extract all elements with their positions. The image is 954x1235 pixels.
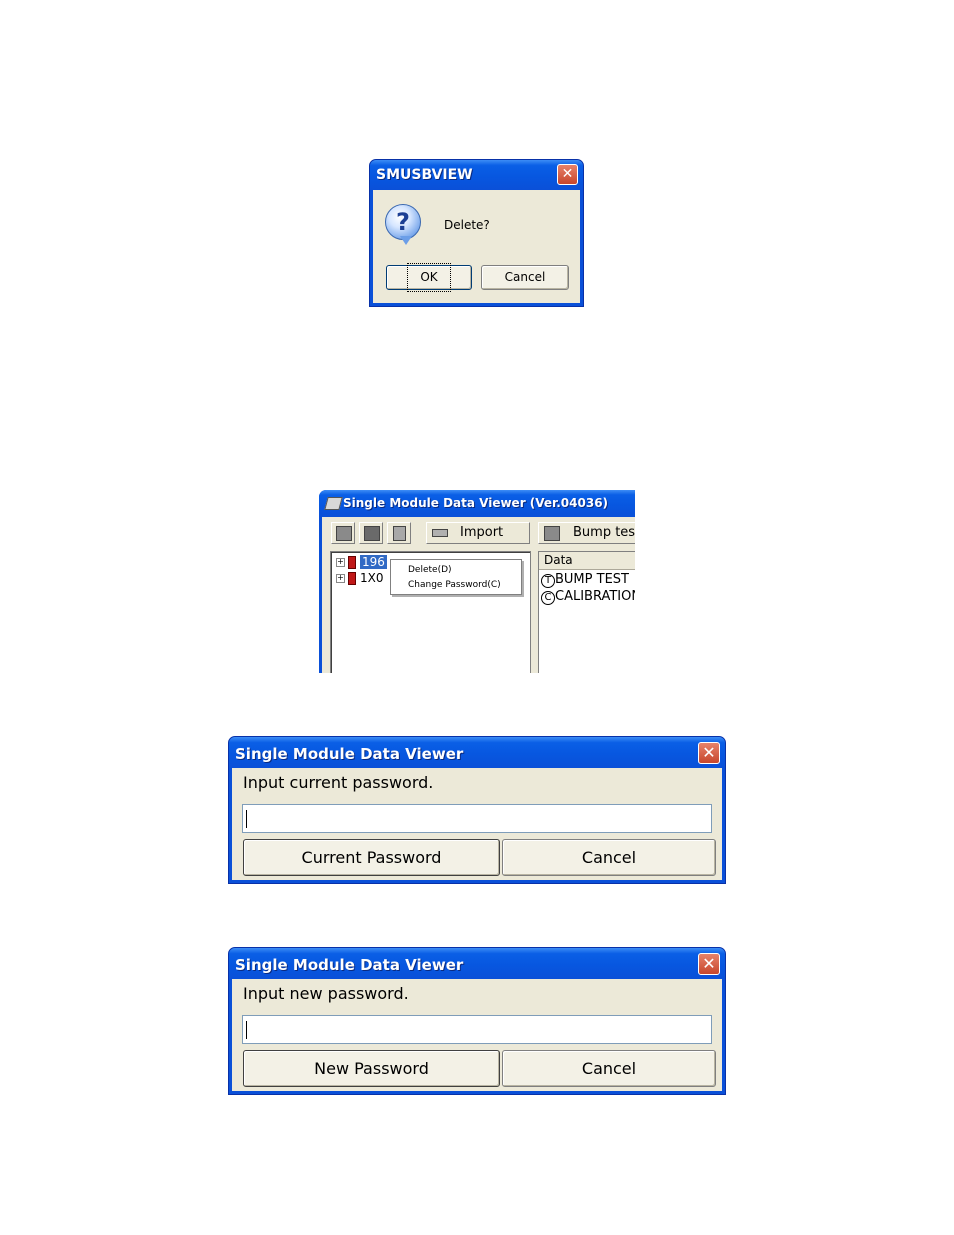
current-password-input[interactable] <box>242 804 712 833</box>
data-list-header[interactable]: Data <box>539 552 635 570</box>
expand-icon[interactable]: + <box>336 574 345 583</box>
new-password-button-label: New Password <box>314 1059 429 1078</box>
context-menu-item-delete[interactable]: Delete(D) <box>408 565 452 575</box>
device-icon <box>348 556 356 569</box>
clipboard-button[interactable] <box>387 522 411 544</box>
context-menu-item-change-password[interactable]: Change Password(C) <box>408 580 501 590</box>
title-bar[interactable]: Single Module Data Viewer ✕ <box>229 737 725 768</box>
printer-icon <box>336 526 352 541</box>
device-icon <box>348 572 356 585</box>
app-body: Import Bump test +196 +1X0 Data T BUMP TE… <box>319 517 635 673</box>
cancel-button[interactable]: Cancel <box>481 265 569 290</box>
new-password-button[interactable]: New Password <box>243 1050 500 1087</box>
dialog-title: Single Module Data Viewer <box>235 745 464 763</box>
current-password-button[interactable]: Current Password <box>243 839 500 876</box>
ok-button[interactable]: OK <box>386 263 472 292</box>
dialog-prompt: Input new password. <box>243 984 409 1003</box>
print-button[interactable] <box>331 522 355 544</box>
app-title-bar[interactable]: Single Module Data Viewer (Ver.04036) <box>319 490 635 517</box>
calibration-badge-icon: C <box>541 591 555 605</box>
import-button[interactable]: Import <box>426 522 530 544</box>
bump-test-badge-icon: T <box>541 574 555 588</box>
data-list[interactable]: Data T BUMP TEST C CALIBRATION <box>538 551 635 673</box>
save-button[interactable] <box>359 522 383 544</box>
dialog-body: ? Delete? OK Cancel <box>373 190 580 303</box>
cancel-button[interactable]: Cancel <box>502 839 716 876</box>
close-button[interactable]: ✕ <box>698 742 720 764</box>
dialog-message: Delete? <box>444 218 490 232</box>
current-password-dialog: Single Module Data Viewer ✕ Input curren… <box>228 736 726 884</box>
list-item-label: CALIBRATION <box>555 589 635 604</box>
dialog-prompt: Input current password. <box>243 773 434 792</box>
close-button[interactable]: ✕ <box>698 953 720 975</box>
dialog-body: Input new password. New Password Cancel <box>232 979 722 1091</box>
text-caret <box>246 810 247 828</box>
app-icon <box>324 497 343 510</box>
context-menu: Delete(D) Change Password(C) <box>390 559 522 595</box>
title-bar[interactable]: SMUSBVIEW ✕ <box>370 160 583 190</box>
title-bar[interactable]: Single Module Data Viewer ✕ <box>229 948 725 979</box>
question-icon: ? <box>385 204 421 240</box>
new-password-dialog: Single Module Data Viewer ✕ Input new pa… <box>228 947 726 1095</box>
question-icon-tail <box>400 236 412 245</box>
dialog-body: Input current password. Current Password… <box>232 768 722 880</box>
dialog-title: SMUSBVIEW <box>376 167 473 183</box>
expand-icon[interactable]: + <box>336 558 345 567</box>
app-window: Single Module Data Viewer (Ver.04036) Im… <box>319 490 635 673</box>
import-icon <box>432 529 448 537</box>
printer-icon <box>544 526 560 541</box>
list-item[interactable]: C CALIBRATION <box>541 589 635 605</box>
bump-test-button-label: Bump test <box>573 525 635 540</box>
new-password-input[interactable] <box>242 1015 712 1044</box>
close-button[interactable]: ✕ <box>557 164 578 185</box>
delete-confirm-dialog: SMUSBVIEW ✕ ? Delete? OK Cancel <box>369 159 584 307</box>
text-caret <box>246 1021 247 1039</box>
cancel-button-label: Cancel <box>581 1059 637 1078</box>
cancel-button-label: Cancel <box>504 270 546 284</box>
list-item-label: BUMP TEST <box>555 572 629 587</box>
floppy-icon <box>364 526 380 541</box>
cancel-button-label: Cancel <box>581 848 637 867</box>
ok-button-label: OK <box>407 263 451 292</box>
list-item[interactable]: T BUMP TEST <box>541 572 629 588</box>
tree-item-label: 1X0 <box>360 571 384 585</box>
app-title: Single Module Data Viewer (Ver.04036) <box>343 496 609 510</box>
bump-test-button[interactable]: Bump test <box>538 522 635 544</box>
tree-item[interactable]: +196 <box>336 554 387 570</box>
clipboard-icon <box>393 526 406 541</box>
tree-item-label: 196 <box>360 555 387 569</box>
current-password-button-label: Current Password <box>301 848 442 867</box>
import-button-label: Import <box>460 525 504 540</box>
dialog-title: Single Module Data Viewer <box>235 956 464 974</box>
tree-item[interactable]: +1X0 <box>336 570 384 586</box>
cancel-button[interactable]: Cancel <box>502 1050 716 1087</box>
